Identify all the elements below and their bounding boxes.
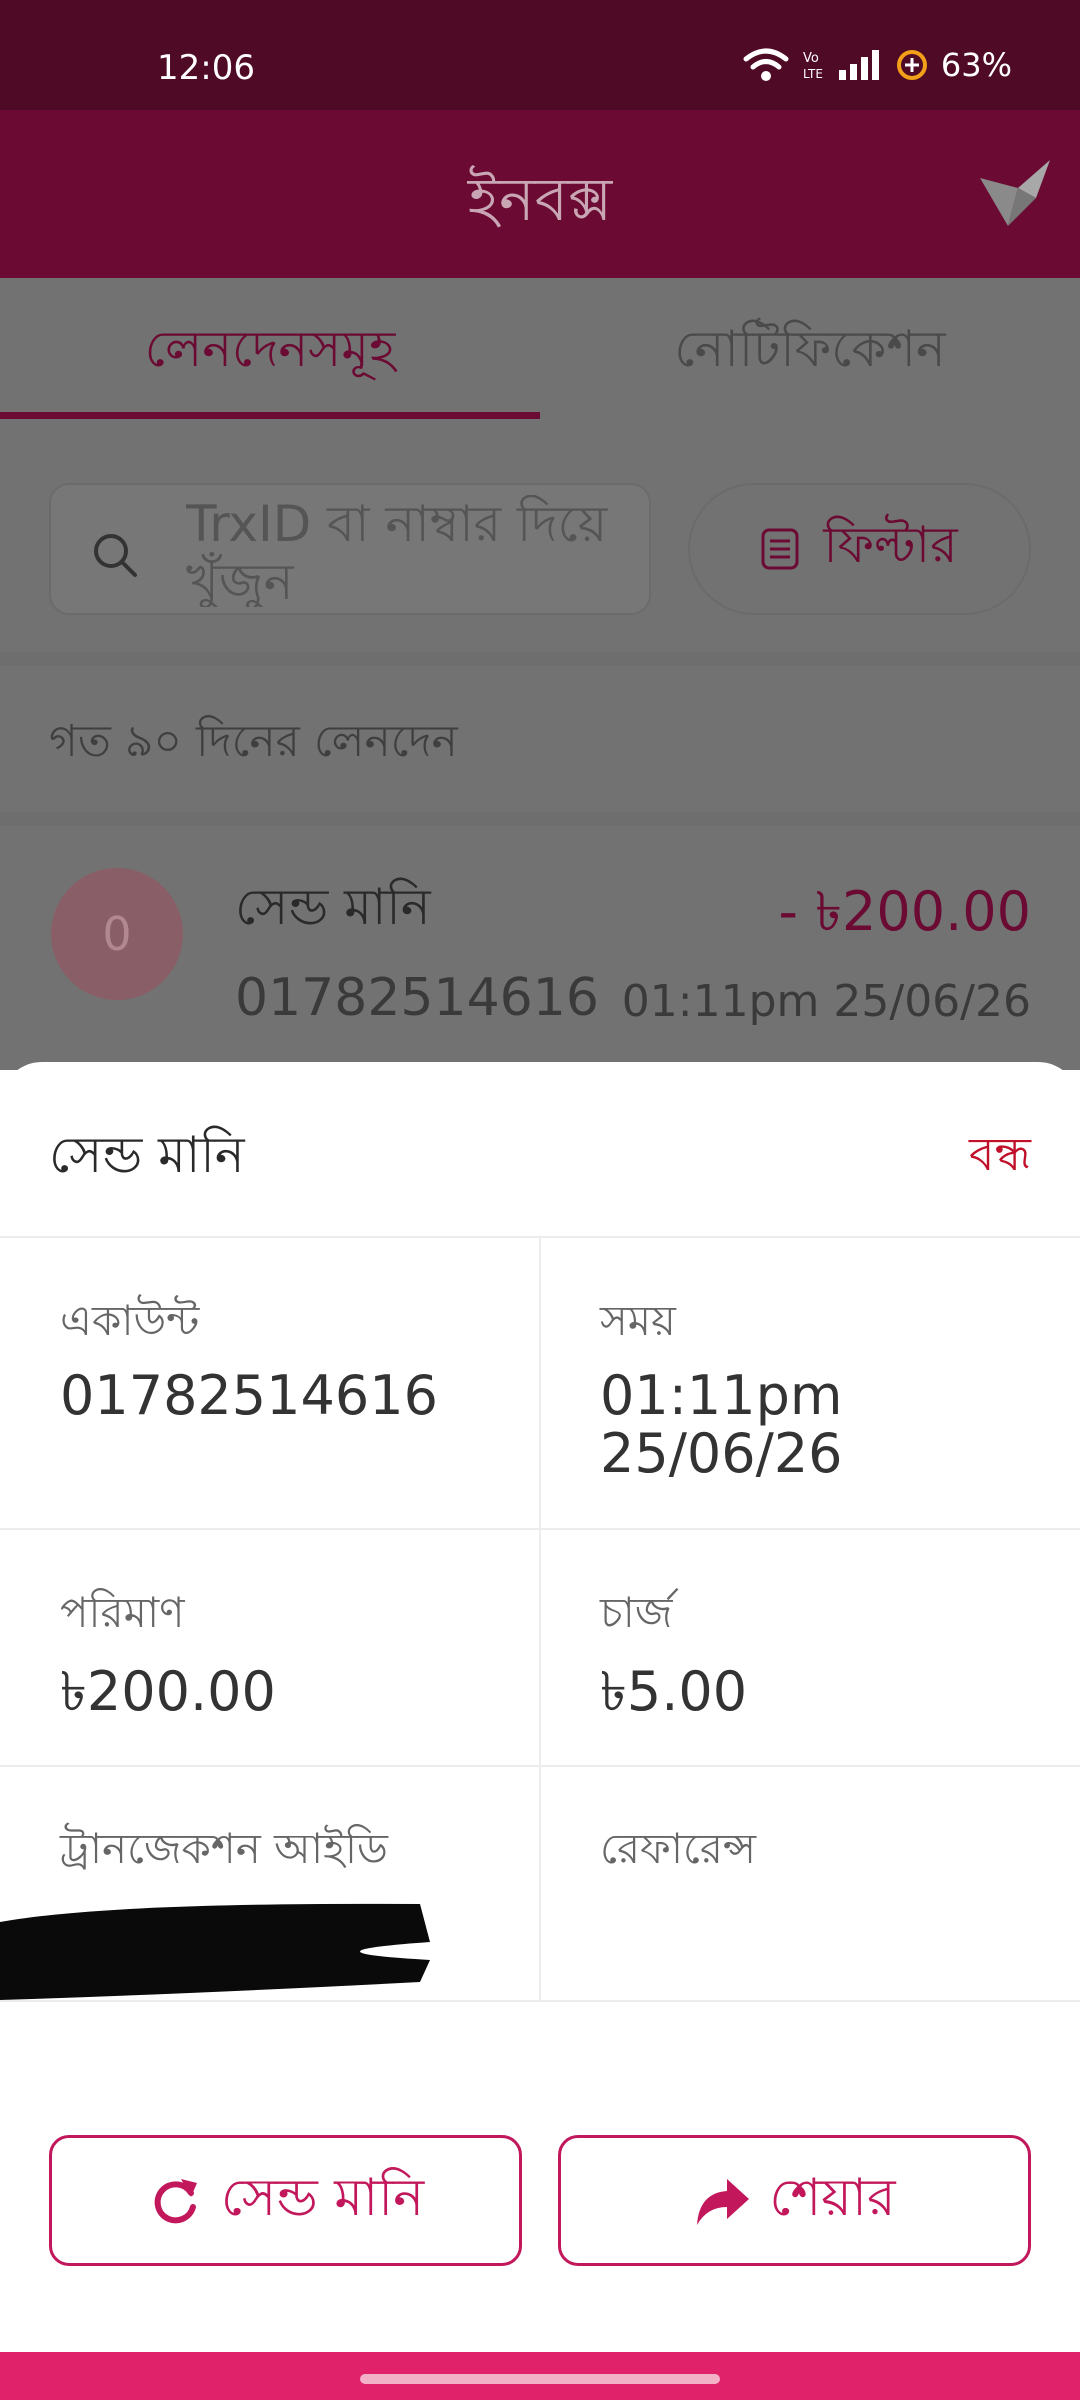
time-label: সময়	[600, 1296, 676, 1345]
divider	[539, 1236, 541, 2000]
transaction-detail-sheet: সেন্ড মানি বন্ধ একাউন্ট 01782514616 সময়…	[0, 1062, 1080, 2352]
filter-icon	[761, 528, 799, 570]
divider	[0, 652, 1080, 666]
search-icon	[94, 534, 137, 577]
search-placeholder: TrxID বা নাম্বার দিয়ে খুঁজুন	[186, 495, 608, 607]
amount-value: ৳200.00	[60, 1660, 276, 1723]
transaction-type[interactable]: সেন্ড মানি	[235, 870, 431, 953]
amount-label: পরিমাণ	[60, 1588, 185, 1637]
sheet-title: সেন্ড মানি	[49, 1126, 245, 1184]
send-money-again-label: সেন্ড মানি	[220, 2168, 425, 2228]
home-gesture-handle[interactable]	[360, 2374, 720, 2384]
account-label: একাউন্ট	[60, 1296, 200, 1345]
transaction-number: 01782514616	[235, 968, 599, 1028]
battery-percent: 63%	[940, 46, 1012, 84]
status-time: 12:06	[157, 48, 255, 88]
share-icon	[697, 2178, 750, 2225]
recent-transactions-label: গত ৯০ দিনের লেনদেন	[49, 716, 458, 767]
charge-label: চার্জ	[600, 1588, 673, 1637]
signal-icon	[838, 50, 879, 80]
search-input[interactable]: TrxID বা নাম্বার দিয়ে খুঁজুন	[49, 483, 651, 615]
system-nav-bar	[0, 2352, 1080, 2400]
charge-value: ৳5.00	[600, 1660, 748, 1723]
transaction-time: 01:11pm 25/06/26	[621, 976, 1031, 1027]
filter-label: ফিল্টার	[823, 515, 958, 574]
bird-logo-icon[interactable]	[978, 158, 1052, 228]
close-button[interactable]: বন্ধ	[969, 1120, 1031, 1196]
battery-saver-icon	[896, 50, 927, 80]
tab-bar: লেনদেনসমূহ নোটিফিকেশন	[0, 278, 1080, 420]
status-bar: 12:06 Vo LTE 63%	[0, 0, 1080, 110]
share-button[interactable]: শেয়ার	[558, 2135, 1031, 2266]
active-tab-indicator	[0, 412, 540, 419]
account-value: 01782514616	[60, 1364, 438, 1427]
send-money-again-button[interactable]: সেন্ড মানি	[49, 2135, 522, 2266]
tab-transactions[interactable]: লেনদেনসমূহ	[0, 278, 540, 420]
avatar: 0	[51, 868, 183, 1000]
svg-text:Vo: Vo	[803, 51, 819, 66]
transaction-amount: - ৳200.00	[778, 880, 1032, 943]
page-title: ইনবক্স	[467, 165, 613, 235]
refresh-icon	[154, 2178, 197, 2223]
redaction-mark	[0, 1903, 430, 2000]
reference-label: রেফারেন্স	[600, 1824, 757, 1873]
transaction-id-label: ট্রানজেকশন আইডি	[60, 1824, 388, 1873]
volte-icon: Vo LTE	[803, 51, 823, 81]
svg-text:LTE: LTE	[803, 67, 823, 81]
share-label: শেয়ার	[769, 2168, 896, 2228]
time-value-time: 01:11pm	[600, 1364, 843, 1427]
filter-button[interactable]: ফিল্টার	[688, 483, 1031, 615]
tab-notifications[interactable]: নোটিফিকেশন	[540, 278, 1080, 420]
transactions-list-area: TrxID বা নাম্বার দিয়ে খুঁজুন ফিল্টার গত…	[0, 420, 1080, 1070]
time-value-date: 25/06/26	[600, 1422, 843, 1485]
divider	[0, 812, 1080, 826]
app-bar: ইনবক্স	[0, 110, 1080, 278]
status-icons: Vo LTE 63%	[743, 46, 1012, 84]
wifi-icon	[743, 48, 789, 81]
